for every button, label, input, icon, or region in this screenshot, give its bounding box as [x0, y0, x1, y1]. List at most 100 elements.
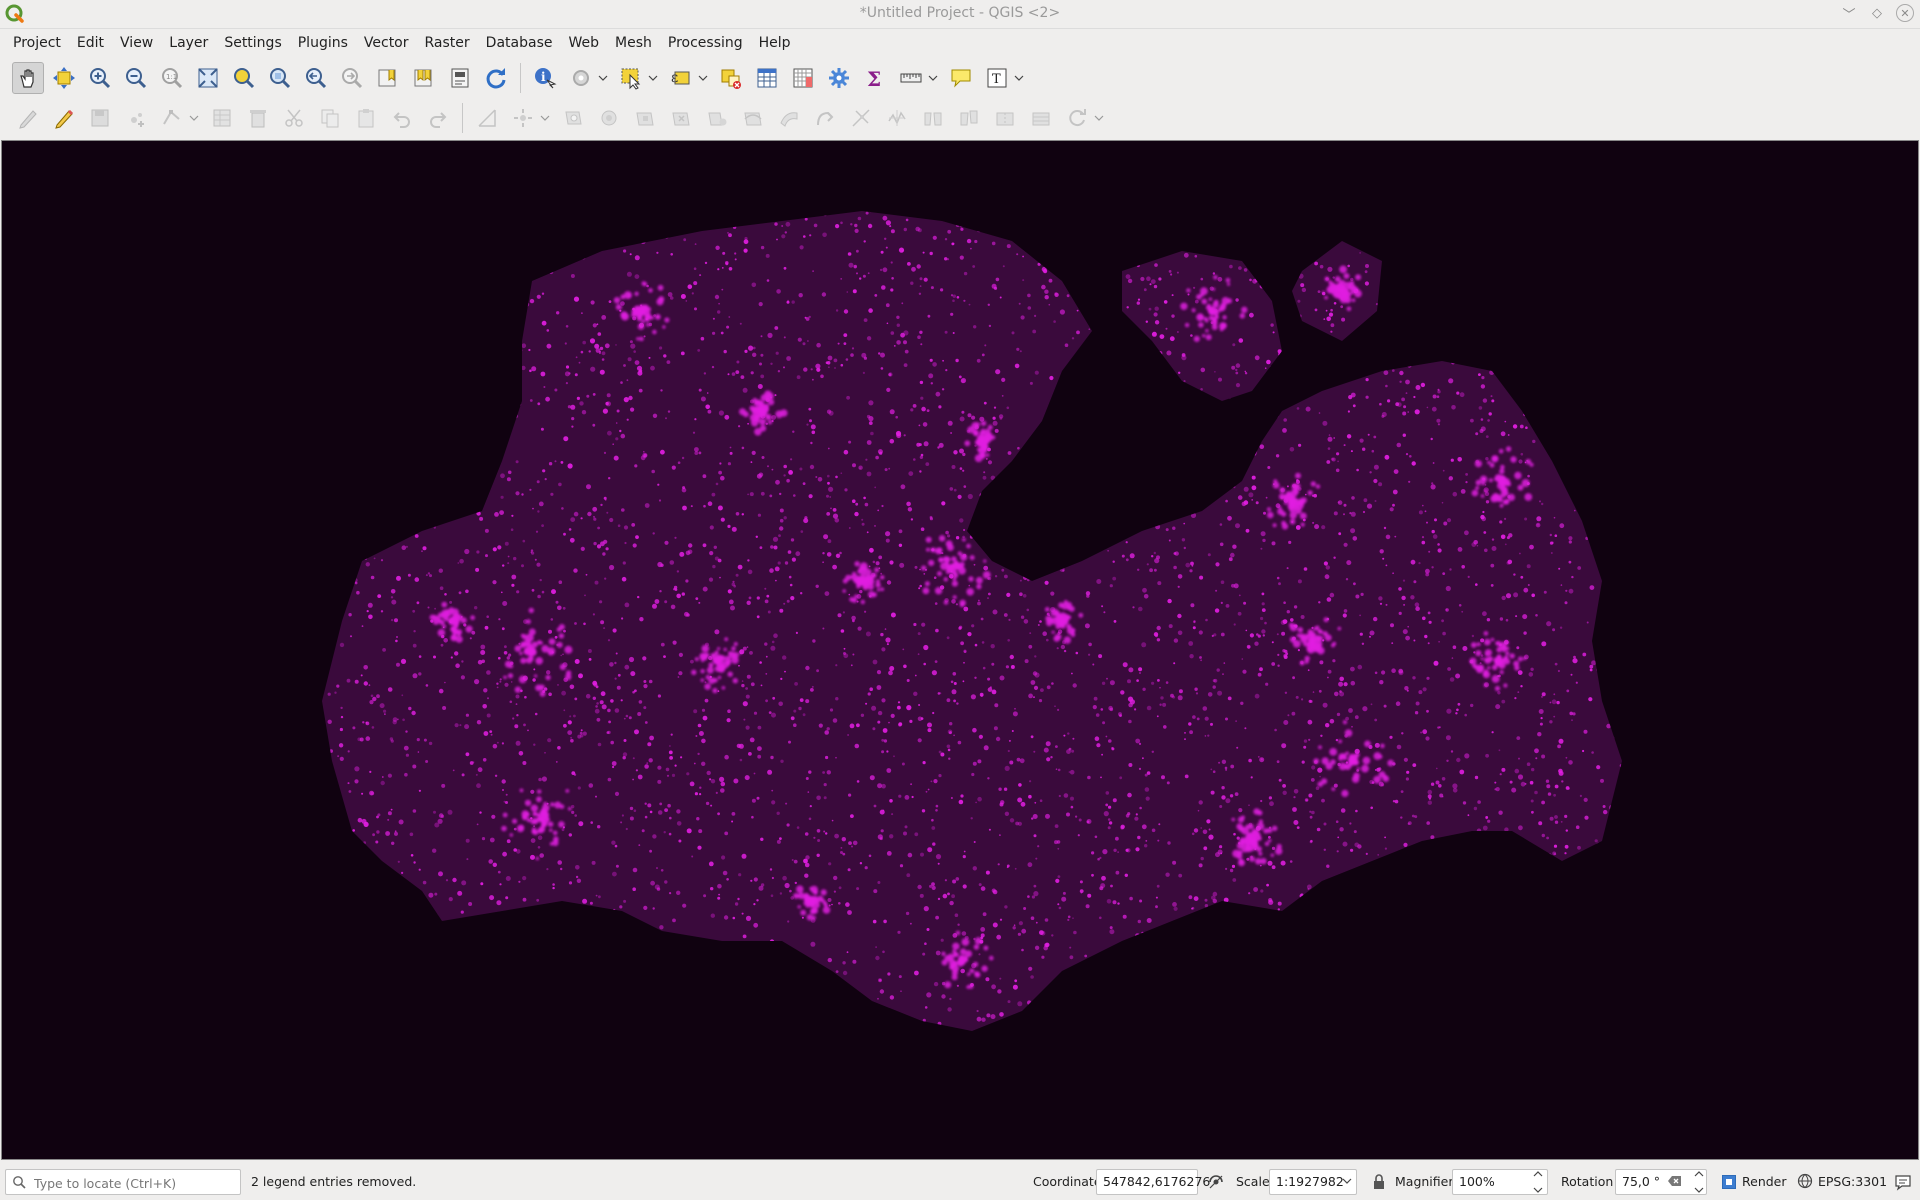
attribute-table-icon[interactable]	[751, 62, 783, 94]
map-canvas[interactable]	[1, 140, 1919, 1160]
menu-plugins[interactable]: Plugins	[290, 29, 356, 57]
digitize-segment-icon[interactable]	[471, 102, 503, 134]
undo-icon[interactable]	[386, 102, 418, 134]
delete-part-icon[interactable]	[701, 102, 733, 134]
menu-help[interactable]: Help	[751, 29, 799, 57]
menu-layer[interactable]: Layer	[161, 29, 216, 57]
vertex-tool-icon[interactable]	[156, 102, 188, 134]
zoom-full-icon[interactable]	[192, 62, 224, 94]
add-part-icon[interactable]	[593, 102, 625, 134]
menu-mesh[interactable]: Mesh	[607, 29, 660, 57]
menu-vector[interactable]: Vector	[356, 29, 417, 57]
actions-icon[interactable]	[565, 62, 597, 94]
new-bookmark-icon[interactable]	[372, 62, 404, 94]
cut-features-icon[interactable]	[278, 102, 310, 134]
menu-database[interactable]: Database	[478, 29, 561, 57]
zoom-to-selection-icon[interactable]	[228, 62, 260, 94]
map-point	[1023, 1047, 1028, 1052]
vertex-dropdown-chevron-icon[interactable]	[188, 102, 200, 134]
menu-edit[interactable]: Edit	[69, 29, 112, 57]
zoom-next-icon[interactable]	[336, 62, 368, 94]
map-point	[1467, 575, 1470, 578]
delete-ring-icon[interactable]	[665, 102, 697, 134]
zoom-native-icon[interactable]: 1:1	[156, 62, 188, 94]
measure-dropdown-chevron-icon[interactable]	[927, 62, 939, 94]
pan-icon[interactable]	[12, 62, 44, 94]
map-point	[1277, 664, 1280, 667]
current-edits-icon[interactable]	[12, 102, 44, 134]
select-by-expression-icon[interactable]: ε	[665, 62, 697, 94]
toolbox-icon[interactable]	[823, 62, 855, 94]
add-feature-icon[interactable]	[120, 102, 152, 134]
expression-dropdown-chevron-icon[interactable]	[697, 62, 709, 94]
map-point	[1462, 884, 1467, 889]
paste-features-icon[interactable]	[350, 102, 382, 134]
merge-attributes-icon[interactable]	[1025, 102, 1057, 134]
delete-selected-icon[interactable]	[242, 102, 274, 134]
map-point	[1392, 572, 1394, 574]
add-ring-icon[interactable]	[557, 102, 589, 134]
split-features-icon[interactable]	[917, 102, 949, 134]
zoom-last-icon[interactable]	[300, 62, 332, 94]
field-calculator-icon[interactable]	[787, 62, 819, 94]
menu-project[interactable]: Project	[5, 29, 69, 57]
minimize-icon[interactable]: ﹀	[1840, 4, 1858, 23]
text-annotation-icon[interactable]: T	[981, 62, 1013, 94]
pan-to-selection-icon[interactable]	[48, 62, 80, 94]
save-edits-icon[interactable]	[84, 102, 116, 134]
copy-features-icon[interactable]	[314, 102, 346, 134]
temporal-controller-icon[interactable]	[444, 62, 476, 94]
annotation-dropdown-chevron-icon[interactable]	[1013, 62, 1025, 94]
map-point	[1110, 535, 1115, 540]
show-bookmarks-icon[interactable]	[408, 62, 440, 94]
map-point	[961, 410, 965, 414]
statistics-icon[interactable]: Σ	[859, 62, 891, 94]
identify-icon[interactable]: i	[529, 62, 561, 94]
close-icon[interactable]: ✕	[1896, 4, 1914, 22]
map-tips-icon[interactable]	[945, 62, 977, 94]
toggle-editing-icon[interactable]	[48, 102, 80, 134]
map-point	[1109, 707, 1114, 712]
rotate-dropdown-chevron-icon[interactable]	[1093, 102, 1105, 134]
map-point	[395, 639, 398, 643]
map-point	[608, 477, 611, 480]
zoom-out-icon[interactable]	[120, 62, 152, 94]
map-point	[1636, 480, 1638, 482]
map-point	[1264, 367, 1267, 369]
select-features-icon[interactable]	[615, 62, 647, 94]
reshape-features-icon[interactable]	[737, 102, 769, 134]
maximize-icon[interactable]: ◇	[1868, 4, 1886, 22]
rotate-point-symbols-icon[interactable]	[1061, 102, 1093, 134]
zoom-in-icon[interactable]	[84, 62, 116, 94]
menu-view[interactable]: View	[112, 29, 161, 57]
split-parts-icon[interactable]	[953, 102, 985, 134]
map-point	[530, 266, 534, 269]
map-point	[1014, 707, 1016, 710]
zoom-to-layer-icon[interactable]	[264, 62, 296, 94]
menu-web[interactable]: Web	[560, 29, 607, 57]
simplify-features-icon[interactable]	[881, 102, 913, 134]
map-point	[451, 966, 454, 970]
move-dropdown-chevron-icon[interactable]	[539, 102, 551, 134]
move-feature-icon[interactable]	[507, 102, 539, 134]
measure-icon[interactable]	[895, 62, 927, 94]
menu-processing[interactable]: Processing	[660, 29, 751, 57]
refresh-icon[interactable]	[480, 62, 512, 94]
map-point	[1648, 678, 1651, 681]
select-dropdown-chevron-icon[interactable]	[647, 62, 659, 94]
reverse-line-icon[interactable]	[809, 102, 841, 134]
redo-icon[interactable]	[422, 102, 454, 134]
menu-raster[interactable]: Raster	[417, 29, 478, 57]
map-point	[1184, 1003, 1190, 1008]
deselect-all-icon[interactable]	[715, 62, 747, 94]
map-point	[978, 883, 982, 887]
modify-attributes-icon[interactable]	[206, 102, 238, 134]
map-point	[1440, 331, 1445, 336]
trim-extend-icon[interactable]	[845, 102, 877, 134]
offset-curve-icon[interactable]	[773, 102, 805, 134]
map-point	[1378, 767, 1382, 771]
fill-ring-icon[interactable]	[629, 102, 661, 134]
merge-features-icon[interactable]	[989, 102, 1021, 134]
menu-settings[interactable]: Settings	[216, 29, 289, 57]
actions-dropdown-chevron-icon[interactable]	[597, 62, 609, 94]
